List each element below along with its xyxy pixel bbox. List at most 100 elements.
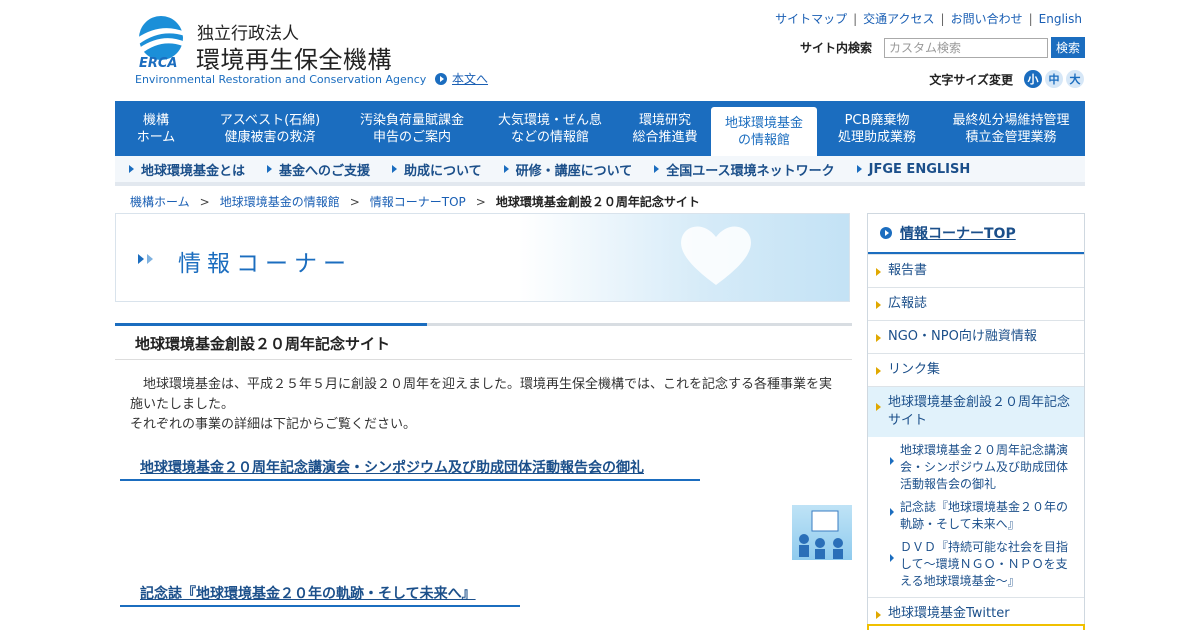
subnav-label: 助成について <box>404 163 482 179</box>
sidebar-sub-dvd[interactable]: ＤＶＤ『持続可能な社会を目指して～環境ＮＧＯ・ＮＰＯを支える地球環境基金～』 <box>868 536 1084 593</box>
subheading-lecture: 地球環境基金２０周年記念講演会・シンポジウム及び助成団体活動報告会の御礼 <box>120 456 700 481</box>
intro-paragraph-1: 地球環境基金は、平成２５年５月に創設２０周年を迎えました。環境再生保全機構では、… <box>130 377 833 412</box>
seminar-illustration-icon <box>799 510 843 559</box>
sidebar-item-label: 地球環境基金創設２０周年記念サイト <box>888 395 1071 428</box>
breadcrumb-home[interactable]: 機構ホーム <box>130 193 190 210</box>
triangle-right-icon <box>654 165 660 173</box>
nav-item-pcb[interactable]: PCB廃棄物 処理助成業務 <box>817 101 937 156</box>
sidebar-sub-label: 記念誌『地球環境基金２０年の軌跡・そして未来へ』 <box>900 500 1069 531</box>
subnav-item-youth-network[interactable]: 全国ユース環境ネットワーク <box>654 160 835 179</box>
english-link[interactable]: English <box>1039 12 1082 26</box>
contact-link[interactable]: お問い合わせ <box>951 10 1023 27</box>
sidebar-item-label: NGO・NPO向け融資情報 <box>888 329 1037 344</box>
nav-item-home[interactable]: 機構 ホーム <box>115 101 197 156</box>
subnav-label: 基金へのご支援 <box>279 163 371 179</box>
subnav-item-english[interactable]: JFGE ENGLISH <box>856 161 971 177</box>
subnav-item-support[interactable]: 基金へのご支援 <box>267 160 370 179</box>
page: ERCA 独立行政法人 環境再生保全機構 Environmental Resto… <box>0 0 1200 630</box>
breadcrumb-separator: > <box>199 194 210 209</box>
separator: | <box>853 11 858 26</box>
triangle-right-icon <box>503 165 509 173</box>
font-size-small-button[interactable]: 小 <box>1024 70 1042 88</box>
nav-item-environment-research[interactable]: 環境研究 総合推進費 <box>619 101 711 156</box>
breadcrumb: 機構ホーム > 地球環境基金の情報館 > 情報コーナーTOP > 地球環境基金創… <box>130 193 700 210</box>
sidebar-item-20th-anniversary[interactable]: 地球環境基金創設２０周年記念サイト <box>868 386 1084 437</box>
sidebar-sub-label: 地球環境基金２０周年記念講演会・シンポジウム及び助成団体活動報告会の御礼 <box>900 443 1069 491</box>
heart-cloud-icon <box>681 226 751 285</box>
site-search: サイト内検索 検索 <box>800 37 1085 58</box>
triangle-right-icon <box>267 165 273 173</box>
utility-links: サイトマップ | 交通アクセス | お問い合わせ | English <box>775 10 1082 27</box>
breadcrumb-current: 地球環境基金創設２０周年記念サイト <box>495 195 700 209</box>
sidebar-item-label: リンク集 <box>888 362 941 377</box>
sitemap-link[interactable]: サイトマップ <box>775 10 847 27</box>
font-size-label: 文字サイズ変更 <box>929 72 1013 87</box>
breadcrumb-info-corner[interactable]: 情報コーナーTOP <box>370 193 466 210</box>
font-size-large-button[interactable]: 大 <box>1066 70 1084 88</box>
section-header: 地球環境基金創設２０周年記念サイト <box>115 323 852 360</box>
circle-arrow-icon <box>880 227 892 239</box>
sidebar-item-pr-magazine[interactable]: 広報誌 <box>868 287 1084 320</box>
search-label: サイト内検索 <box>799 41 872 55</box>
triangle-right-icon <box>876 268 881 276</box>
breadcrumb-separator: > <box>475 194 486 209</box>
nav-item-global-environment-fund[interactable]: 地球環境基金 の情報館 <box>711 107 817 156</box>
page-banner: 情報コーナー <box>115 213 850 302</box>
lecture-thanks-link[interactable]: 地球環境基金２０周年記念講演会・シンポジウム及び助成団体活動報告会の御礼 <box>140 457 644 477</box>
separator: | <box>940 11 945 26</box>
sidebar-sub-book[interactable]: 記念誌『地球環境基金２０年の軌跡・そして未来へ』 <box>868 496 1084 536</box>
sidebar-header: 情報コーナーTOP <box>868 214 1084 254</box>
search-button[interactable]: 検索 <box>1051 37 1085 58</box>
skip-to-content-link[interactable]: 本文へ <box>435 70 488 87</box>
sidebar: 情報コーナーTOP 報告書 広報誌 NGO・NPO向け融資情報 リンク集 地球環… <box>867 213 1085 630</box>
sidebar-sub-list: 地球環境基金２０周年記念講演会・シンポジウム及び助成団体活動報告会の御礼 記念誌… <box>868 437 1084 597</box>
sidebar-sub-lecture[interactable]: 地球環境基金２０周年記念講演会・シンポジウム及び助成団体活動報告会の御礼 <box>868 439 1084 496</box>
subnav-label: 地球環境基金とは <box>141 163 246 179</box>
sidebar-banner-box <box>867 624 1085 630</box>
triangle-right-icon <box>876 367 881 375</box>
skip-link-label: 本文へ <box>452 72 489 86</box>
commemorative-book-link[interactable]: 記念誌『地球環境基金２０年の軌跡・そして未来へ』 <box>140 583 476 603</box>
subnav-item-training[interactable]: 研修・講座について <box>503 160 633 179</box>
seminar-image[interactable] <box>792 505 852 560</box>
font-size-switcher: 文字サイズ変更 小 中 大 <box>929 70 1084 88</box>
triangle-right-icon <box>876 334 881 342</box>
triangle-right-icon <box>890 457 894 465</box>
access-link[interactable]: 交通アクセス <box>863 10 934 27</box>
sidebar-item-reports[interactable]: 報告書 <box>868 254 1084 287</box>
font-size-medium-button[interactable]: 中 <box>1045 70 1063 88</box>
triangle-right-icon <box>392 165 398 173</box>
logo-name-big: 環境再生保全機構 <box>196 46 392 74</box>
double-arrow-icon <box>138 254 153 264</box>
breadcrumb-fund[interactable]: 地球環境基金の情報館 <box>220 193 340 210</box>
nav-item-air-environment[interactable]: 大気環境・ぜん息 などの情報館 <box>481 101 619 156</box>
triangle-right-icon <box>876 301 881 309</box>
nav-item-asbestos[interactable]: アスベスト(石綿) 健康被害の救済 <box>197 101 343 156</box>
sidebar-item-ngo-loans[interactable]: NGO・NPO向け融資情報 <box>868 320 1084 353</box>
triangle-right-icon <box>129 165 134 173</box>
main-nav: 機構 ホーム アスベスト(石綿) 健康被害の救済 汚染負荷量賦課金 申告のご案内… <box>115 101 1085 156</box>
separator: | <box>1028 11 1033 26</box>
subnav-item-about[interactable]: 地球環境基金とは <box>129 160 245 179</box>
subheading-commemorative-book: 記念誌『地球環境基金２０年の軌跡・そして未来へ』 <box>120 582 520 607</box>
subnav-label: JFGE ENGLISH <box>868 161 971 177</box>
sidebar-sub-label: ＤＶＤ『持続可能な社会を目指して～環境ＮＧＯ・ＮＰＯを支える地球環境基金～』 <box>900 540 1069 588</box>
subnav-item-grants[interactable]: 助成について <box>392 160 482 179</box>
sidebar-info-corner-top-link[interactable]: 情報コーナーTOP <box>900 223 1016 243</box>
nav-item-pollution-levy[interactable]: 汚染負荷量賦課金 申告のご案内 <box>343 101 481 156</box>
triangle-right-icon <box>890 508 894 516</box>
banner-title: 情報コーナー <box>178 251 352 277</box>
subnav-label: 研修・講座について <box>515 163 633 179</box>
intro-paragraph-2: それぞれの事業の詳細は下記からご覧ください。 <box>130 417 417 432</box>
nav-item-landfill[interactable]: 最終処分場維持管理 積立金管理業務 <box>937 101 1085 156</box>
triangle-right-icon <box>876 403 881 411</box>
sidebar-item-links[interactable]: リンク集 <box>868 353 1084 386</box>
logo-english-name: Environmental Restoration and Conservati… <box>135 73 427 86</box>
triangle-right-icon <box>876 611 881 619</box>
breadcrumb-separator: > <box>349 194 360 209</box>
search-input[interactable] <box>884 37 1048 58</box>
intro-text: 地球環境基金は、平成２５年５月に創設２０周年を迎えました。環境再生保全機構では、… <box>130 375 840 435</box>
sidebar-item-label: 報告書 <box>888 263 928 278</box>
triangle-right-icon <box>890 554 894 562</box>
sidebar-item-label: 広報誌 <box>888 296 928 311</box>
